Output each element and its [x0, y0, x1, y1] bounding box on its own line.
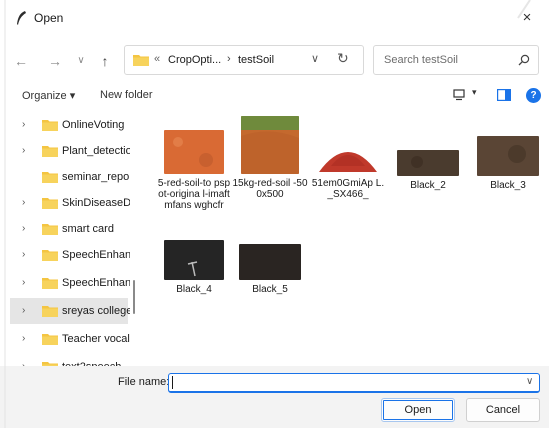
text-caret — [172, 376, 173, 389]
black-soil-thumbnail — [239, 244, 301, 280]
chevron-right-icon[interactable]: › — [22, 305, 25, 316]
black-soil-thumbnail — [397, 150, 459, 176]
sidebar-item-label: seminar_repor — [62, 171, 130, 183]
file-name-dropdown-icon[interactable]: ∨ — [526, 376, 533, 387]
file-name: 51em0GmiAp L._SX466_ — [311, 178, 385, 200]
close-button[interactable]: × — [517, 8, 537, 28]
sidebar-item-label: sreyas college — [62, 305, 130, 317]
search-box[interactable]: Search testSoil — [373, 45, 539, 75]
file-name-input[interactable] — [168, 373, 540, 393]
breadcrumb-overflow[interactable]: « — [154, 53, 160, 65]
black-soil-thumbnail — [164, 240, 224, 280]
breadcrumb-cropopti[interactable]: CropOpti... — [168, 54, 221, 66]
folder-icon — [42, 306, 58, 317]
recent-locations-icon[interactable]: ∨ — [70, 50, 92, 72]
breadcrumb-separator-icon: › — [227, 53, 231, 65]
red-soil-thumbnail — [241, 116, 299, 174]
file-list[interactable]: 5-red-soil-to pspot-origina l-imaftmfans… — [140, 110, 549, 366]
chevron-right-icon[interactable]: › — [22, 333, 25, 344]
sidebar-item-seminar-report[interactable]: seminar_repor — [10, 164, 130, 190]
folder-icon — [133, 55, 149, 66]
chevron-right-icon[interactable]: › — [22, 223, 25, 234]
red-soil-pile-thumbnail — [317, 136, 379, 174]
sidebar-item-label: Plant_detectio — [62, 145, 130, 157]
black-soil-thumbnail — [477, 136, 539, 176]
file-item[interactable]: Black_2 — [390, 150, 466, 191]
sidebar-item-plant-detection[interactable]: › Plant_detectio — [10, 138, 130, 164]
file-name: 5-red-soil-to pspot-origina l-imaftmfans… — [157, 178, 231, 211]
preview-pane-icon[interactable] — [497, 89, 511, 101]
file-name: Black_5 — [252, 284, 288, 295]
sidebar-item-speechenhancement-1[interactable]: › SpeechEnhanc — [10, 242, 130, 268]
navigation-bar: ← → ∨ ↑ « CropOpti... › testSoil ∨ ↻ Sea… — [0, 36, 549, 84]
chevron-right-icon[interactable]: › — [22, 249, 25, 260]
folder-icon — [42, 198, 58, 209]
file-item[interactable]: 51em0GmiAp L._SX466_ — [310, 136, 386, 200]
folder-icon — [42, 278, 58, 289]
sidebar-item-label: SpeechEnhanc — [62, 277, 130, 289]
refresh-icon[interactable]: ↻ — [337, 50, 349, 67]
file-name-label: File name: — [118, 376, 170, 388]
chevron-right-icon[interactable]: › — [22, 145, 25, 156]
file-name: Black_4 — [176, 284, 212, 295]
search-icon — [518, 54, 530, 66]
file-item[interactable]: Black_3 — [470, 136, 546, 191]
up-arrow-icon[interactable]: ↑ — [94, 50, 116, 72]
chevron-right-icon[interactable]: › — [22, 197, 25, 208]
file-item[interactable]: 5-red-soil-to pspot-origina l-imaftmfans… — [156, 130, 232, 211]
window-title: Open — [34, 11, 64, 25]
view-dropdown-icon[interactable]: ▾ — [472, 87, 477, 98]
sidebar-item-onlinevoting[interactable]: › OnlineVoting — [10, 112, 128, 138]
sidebar-item-label: OnlineVoting — [62, 119, 125, 131]
folder-icon — [42, 120, 58, 131]
breadcrumb-testsoil[interactable]: testSoil — [238, 54, 274, 66]
help-icon[interactable]: ? — [526, 88, 541, 103]
address-bar[interactable]: « CropOpti... › testSoil ∨ ↻ — [124, 45, 364, 75]
footer-panel: File name: ∨ Open Cancel — [0, 366, 549, 428]
sidebar-item-speechenhancement-2[interactable]: › SpeechEnhanc — [10, 270, 130, 296]
forward-arrow-icon[interactable]: → — [44, 50, 66, 72]
folder-icon — [42, 146, 58, 157]
navigation-pane[interactable]: › OnlineVoting › Plant_detectio seminar_… — [10, 110, 138, 366]
sidebar-item-label: smart card — [62, 223, 114, 235]
folder-icon — [42, 224, 58, 235]
search-input[interactable]: Search testSoil — [384, 54, 458, 66]
sidebar-item-skindiseasedetection[interactable]: › SkinDiseaseDe — [10, 190, 130, 216]
chevron-right-icon[interactable]: › — [22, 119, 25, 130]
sidebar-item-text2speech[interactable]: › text2speech — [10, 354, 128, 366]
feather-icon — [17, 11, 26, 25]
folder-icon — [42, 334, 58, 345]
file-item[interactable]: 15kg-red-soil -500x500 — [232, 116, 308, 200]
cancel-button[interactable]: Cancel — [466, 398, 540, 422]
folder-icon — [42, 250, 58, 261]
sidebar-scrollbar[interactable] — [133, 280, 135, 314]
sidebar-item-label: SkinDiseaseDe — [62, 197, 130, 209]
sidebar-item-teacher-vocal[interactable]: › Teacher vocal l — [10, 326, 130, 352]
back-arrow-icon[interactable]: ← — [10, 50, 32, 72]
sidebar-item-label: Teacher vocal l — [62, 333, 130, 345]
sidebar-item-sreyas-college[interactable]: › sreyas college — [10, 298, 130, 324]
organize-menu[interactable]: Organize ▾ — [22, 89, 75, 102]
file-item[interactable]: Black_4 — [156, 240, 232, 295]
file-item[interactable]: Black_5 — [232, 244, 308, 295]
address-dropdown-icon[interactable]: ∨ — [311, 52, 319, 65]
file-name: 15kg-red-soil -500x500 — [232, 178, 308, 200]
sidebar-item-smart-card[interactable]: › smart card — [10, 216, 128, 242]
sidebar-item-label: SpeechEnhanc — [62, 249, 130, 261]
view-options-icon[interactable] — [452, 88, 466, 102]
chevron-right-icon[interactable]: › — [22, 277, 25, 288]
title-bar: Open × — [0, 0, 549, 36]
open-button[interactable]: Open — [381, 398, 455, 422]
folder-icon — [42, 172, 58, 183]
file-name: Black_3 — [490, 180, 526, 191]
file-name: Black_2 — [410, 180, 446, 191]
command-bar: Organize ▾ New folder ▾ ? — [0, 84, 549, 110]
new-folder-button[interactable]: New folder — [100, 89, 153, 101]
red-soil-thumbnail — [164, 130, 224, 174]
